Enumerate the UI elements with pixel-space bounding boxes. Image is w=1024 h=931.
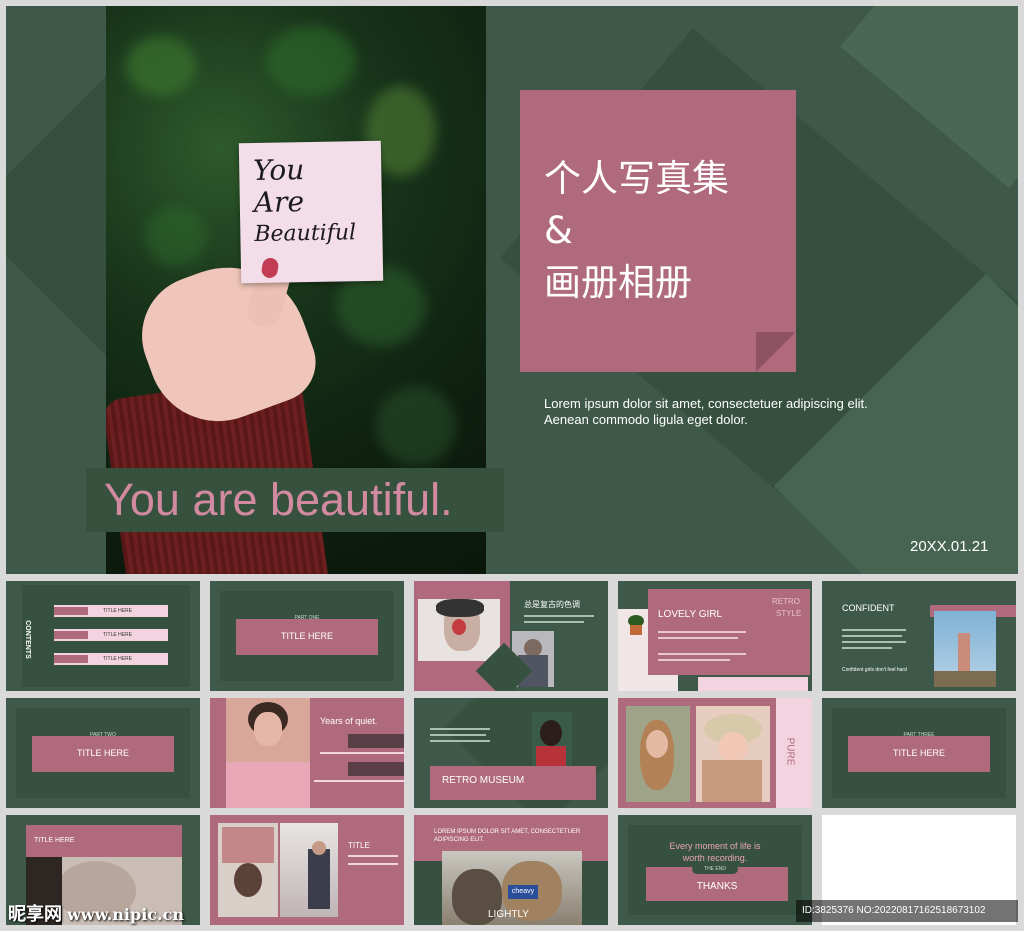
thumbnail-confident[interactable]: CONFIDENT Confident girls don't feel har… xyxy=(822,581,1016,691)
slide-heading: TITLE HERE xyxy=(26,825,182,857)
thumbnail-part-three[interactable]: PART THREE TITLE HERE xyxy=(822,698,1016,808)
caption-text: Confident girls don't feel hard xyxy=(842,667,907,673)
subtitle-line: Aenean commodo ligula eget dolor. xyxy=(544,412,748,427)
slide-heading: RETRO MUSEUM xyxy=(430,766,596,800)
thumbnail-retro-museum[interactable]: RETRO MUSEUM xyxy=(414,698,608,808)
thumbnail-part-one[interactable]: PART ONE TITLE HERE xyxy=(210,581,404,691)
part-title: TITLE HERE xyxy=(236,619,378,655)
thumbnail-contents[interactable]: CONTENTS TITLE HERE TITLE HERE TITLE HER… xyxy=(6,581,200,691)
sticky-note: You Are Beautiful xyxy=(238,140,384,284)
caption-text: You are beautiful. xyxy=(104,474,453,525)
badge: cheavy xyxy=(508,885,538,899)
title-line: 画册相册 xyxy=(544,261,692,304)
note-line: Beautiful xyxy=(254,220,357,247)
slide-heading: Every moment of life is xyxy=(669,841,761,851)
decor-shape xyxy=(840,6,1018,188)
watermark: 昵享网 www.nipic.cn xyxy=(8,900,184,926)
slide-heading: CONFIDENT xyxy=(842,603,895,613)
title-line: & xyxy=(544,209,573,252)
thumbnail-pure[interactable]: PURE xyxy=(618,698,812,808)
side-label: RETRO xyxy=(772,597,800,606)
slide-heading: LOVELY GIRL xyxy=(658,609,723,620)
slide-heading: worth recording. xyxy=(682,853,748,863)
slide-heading: ADIPISCING ELIT. xyxy=(434,837,485,843)
title-line: 个人写真集 xyxy=(544,157,729,200)
thumbnail-lightly[interactable]: LOREM IPSUM DOLOR SIT AMET, CONSECTETUER… xyxy=(414,815,608,925)
subtitle-line: Lorem ipsum dolor sit amet, consectetuer… xyxy=(544,396,868,411)
thumbnail-years-of-quiet[interactable]: Years of quiet. xyxy=(210,698,404,808)
thumbnail-part-two[interactable]: PART TWO TITLE HERE xyxy=(6,698,200,808)
contents-label: CONTENTS xyxy=(23,620,31,659)
caption-bar: You are beautiful. xyxy=(86,468,504,532)
slide-heading: Years of quiet. xyxy=(320,716,378,726)
page-fold xyxy=(756,332,796,372)
main-slide[interactable]: You Are Beautiful You are beautiful. 个人写… xyxy=(6,6,1018,574)
part-pill: THE END xyxy=(692,864,738,874)
id-tag: ID:3825376 NO:20220817162518673102 xyxy=(796,900,1018,922)
slide-heading: LOREM IPSUM DOLOR SIT AMET, CONSECTETUER xyxy=(434,829,581,835)
thumbnail-thanks[interactable]: Every moment of life is worth recording.… xyxy=(618,815,812,925)
thumbnail-title-photos[interactable]: TITLE xyxy=(210,815,404,925)
title-card: 个人写真集 & 画册相册 xyxy=(520,90,796,372)
note-line: You xyxy=(252,153,305,187)
date-label: 20XX.01.21 xyxy=(910,538,989,555)
watermark-brand: 昵享网 xyxy=(8,904,62,924)
subtitle-text: Lorem ipsum dolor sit amet, consectetuer… xyxy=(544,396,868,428)
part-title: TITLE HERE xyxy=(32,736,174,772)
slide-heading: TITLE xyxy=(348,841,370,850)
side-label: STYLE xyxy=(776,609,802,618)
caption-text: LIGHTLY xyxy=(488,909,529,920)
part-title: TITLE HERE xyxy=(848,736,990,772)
slide-heading: 总是复古的色调 xyxy=(524,600,580,609)
thumbnail-lovely-girl[interactable]: LOVELY GIRL RETRO STYLE xyxy=(618,581,812,691)
side-label: PURE xyxy=(784,737,796,766)
thumbnail-retro-color[interactable]: 总是复古的色调 xyxy=(414,581,608,691)
watermark-url: www.nipic.cn xyxy=(67,905,184,924)
note-line: Are xyxy=(253,185,305,219)
